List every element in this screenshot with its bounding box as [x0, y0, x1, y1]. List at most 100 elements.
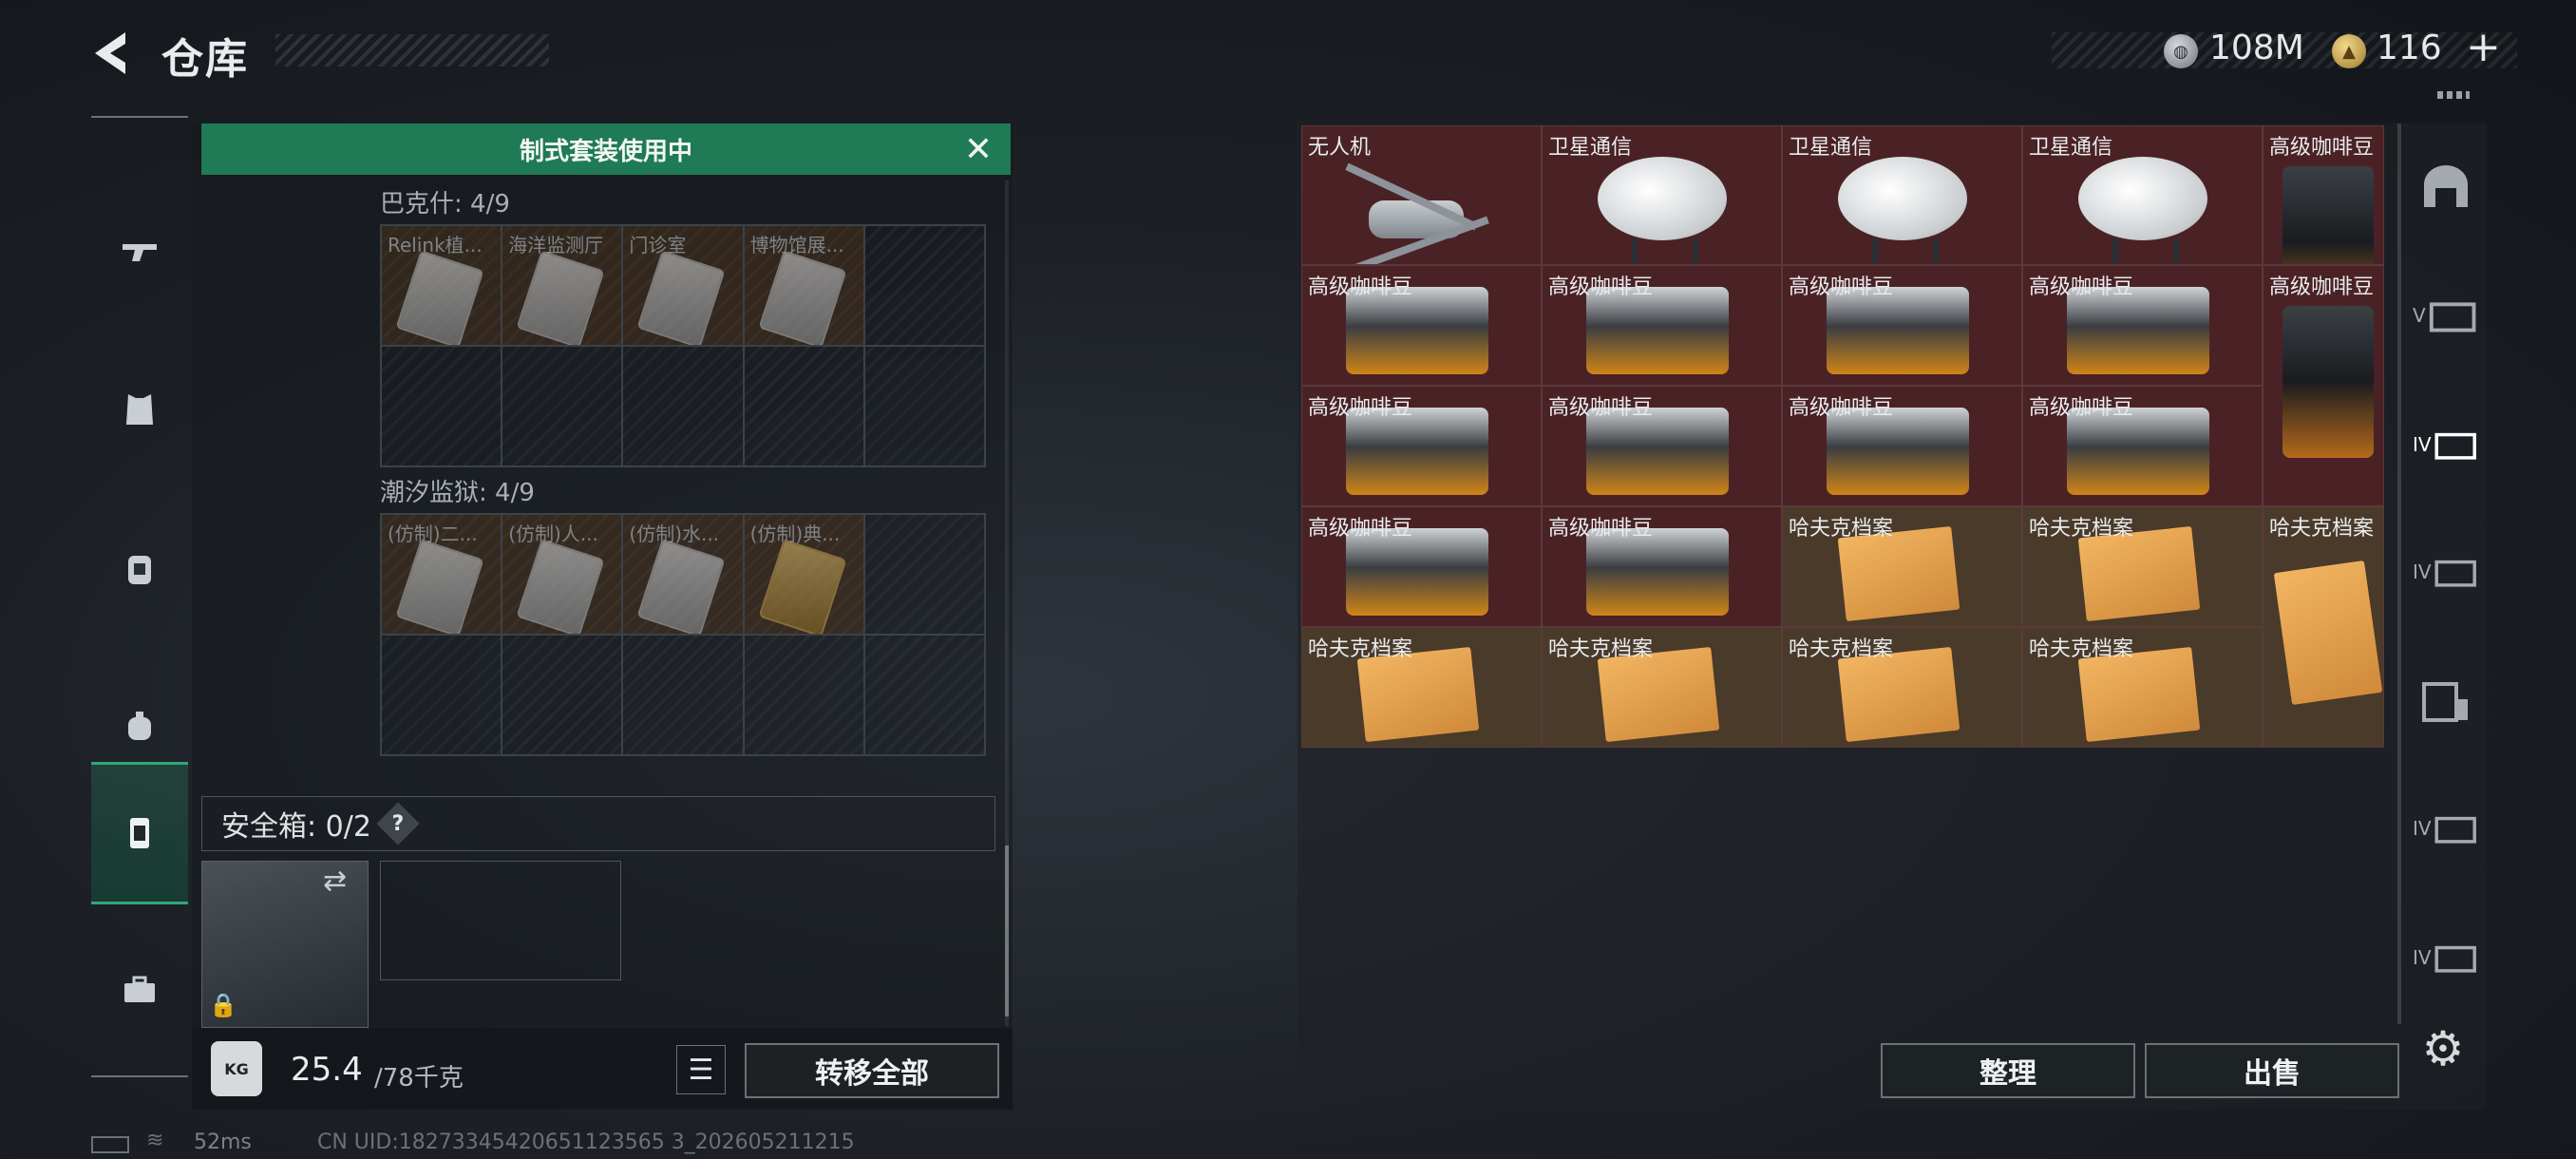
gear-icon[interactable]: ⚙	[2416, 1022, 2470, 1075]
set-slot[interactable]: (仿制)人...	[502, 514, 623, 635]
keycard-icon	[516, 539, 605, 634]
set-slot[interactable]	[381, 346, 502, 466]
stash-item[interactable]: 卫星通信	[2022, 125, 2263, 266]
help-icon[interactable]: ?	[376, 802, 420, 846]
add-token-button[interactable]: +	[2466, 23, 2501, 71]
stash-item[interactable]: 高级咖啡豆	[2263, 265, 2384, 507]
stash-tab-icon-active[interactable]: IV	[2413, 416, 2479, 473]
stash-item[interactable]: 高级咖啡豆	[1301, 506, 1542, 628]
tripod-icon	[2112, 238, 2179, 265]
scrollbar-thumb[interactable]	[1005, 846, 1009, 1016]
token-icon: ▲	[2332, 34, 2366, 68]
set-slot[interactable]	[863, 225, 985, 346]
backpack-category-icon[interactable]	[91, 498, 188, 640]
category-sidebar	[91, 116, 188, 1077]
stash-tab-main-icon[interactable]	[2413, 162, 2479, 218]
back-arrow-icon[interactable]	[87, 28, 133, 78]
item-name: 哈夫克档案	[1308, 637, 1413, 662]
slot-label: Relink植...	[388, 234, 483, 256]
stash-item[interactable]: 高级咖啡豆	[2022, 265, 2263, 387]
weight-current: 25.4	[291, 1051, 363, 1089]
item-name: 高级咖啡豆	[2269, 276, 2375, 300]
set-slot[interactable]	[622, 346, 744, 466]
stash-item[interactable]: 高级咖啡豆	[1542, 506, 1782, 628]
satellite-dish-icon	[2078, 157, 2207, 240]
swap-icon[interactable]: ⇄	[323, 864, 347, 898]
item-name: 卫星通信	[2029, 136, 2113, 160]
stash-tab-icon[interactable]: IV	[2413, 543, 2479, 600]
set-slot[interactable]	[863, 346, 985, 466]
set-slot[interactable]: 海洋监测厅	[502, 225, 623, 346]
set-slot[interactable]: (仿制)水...	[622, 514, 744, 635]
stash-item[interactable]: 高级咖啡豆	[1782, 386, 2022, 507]
stash-tab-icon[interactable]: IV	[2413, 929, 2479, 986]
set-slot[interactable]: (仿制)二...	[381, 514, 502, 635]
set-slot[interactable]: 门诊室	[622, 225, 744, 346]
sort-button[interactable]: 整理	[1881, 1043, 2135, 1098]
stash-item[interactable]: 高级咖啡豆	[2022, 386, 2263, 507]
transfer-all-button[interactable]: 转移全部	[745, 1043, 999, 1098]
safe-box-slot-empty[interactable]	[380, 861, 621, 980]
item-name: 卫星通信	[1789, 136, 1873, 160]
keycard-icon	[758, 539, 847, 634]
page-title: 仓库	[161, 35, 249, 84]
stash-tab-icon[interactable]: V	[2413, 287, 2479, 344]
item-name: 高级咖啡豆	[1548, 396, 1654, 421]
armor-category-icon[interactable]	[91, 338, 188, 481]
toolbox-category-icon[interactable]	[91, 918, 188, 1060]
keycard-icon	[395, 539, 484, 634]
set-slot[interactable]: 博物馆展...	[743, 225, 864, 346]
user-uid: CN UID:18273345420651123565 3_2026052112…	[317, 1130, 855, 1154]
set-slot[interactable]	[863, 514, 985, 635]
tripod-icon	[1872, 238, 1939, 265]
stash-item[interactable]: 哈夫克档案	[2022, 506, 2263, 628]
item-name: 高级咖啡豆	[2029, 396, 2134, 421]
slot-label: 博物馆展...	[749, 234, 844, 256]
token-value: 116	[2377, 28, 2442, 67]
stash-item[interactable]: 高级咖啡豆	[1301, 265, 1542, 387]
set-slot[interactable]	[743, 346, 864, 466]
stash-item[interactable]: 高级咖啡豆	[1542, 265, 1782, 387]
title-decoration	[275, 34, 549, 66]
wifi-icon: ≋	[146, 1129, 164, 1152]
stash-item[interactable]: 卫星通信	[1782, 125, 2022, 266]
lock-icon: 🔒	[209, 992, 237, 1018]
tripod-icon	[1632, 238, 1698, 265]
stash-item[interactable]: 哈夫克档案	[1542, 627, 1782, 749]
set-grid: Relink植... 海洋监测厅 门诊室 博物馆展...	[380, 224, 986, 467]
set-slot[interactable]: Relink植...	[381, 225, 502, 346]
set-slot[interactable]	[502, 635, 623, 755]
satellite-dish-icon	[1838, 157, 1967, 240]
set-slot[interactable]	[863, 635, 985, 755]
sell-button[interactable]: 出售	[2145, 1043, 2399, 1098]
set-slot[interactable]	[502, 346, 623, 466]
stash-item[interactable]: 高级咖啡豆	[2263, 125, 2384, 266]
stash-tab-icon[interactable]: IV	[2413, 800, 2479, 857]
stash-item[interactable]: 高级咖啡豆	[1782, 265, 2022, 387]
list-view-button[interactable]: ☰	[676, 1045, 726, 1094]
stash-item[interactable]: 无人机	[1301, 125, 1542, 266]
set-slot[interactable]	[381, 635, 502, 755]
stash-item[interactable]: 哈夫克档案	[2022, 627, 2263, 749]
coin-icon: ◍	[2164, 34, 2198, 68]
stash-item[interactable]: 高级咖啡豆	[1301, 386, 1542, 507]
safe-box-category-icon[interactable]	[91, 762, 188, 904]
stash-item[interactable]: 哈夫克档案	[1782, 627, 2022, 749]
stash-item[interactable]: 哈夫克档案	[1301, 627, 1542, 749]
item-name: 哈夫克档案	[2029, 517, 2134, 542]
set-slot[interactable]: (仿制)典...	[743, 514, 864, 635]
set-slot[interactable]	[743, 635, 864, 755]
stash-tab-folder-icon[interactable]	[2413, 673, 2479, 730]
keycard-icon	[758, 250, 847, 345]
keycard-icon	[636, 539, 726, 634]
set-slot[interactable]	[622, 635, 744, 755]
stash-item[interactable]: 卫星通信	[1542, 125, 1782, 266]
item-name: 哈夫克档案	[1789, 517, 1894, 542]
stash-item[interactable]: 哈夫克档案	[2263, 506, 2384, 749]
weapon-category-icon[interactable]	[91, 180, 188, 323]
stash-item[interactable]: 高级咖啡豆	[1542, 386, 1782, 507]
close-icon[interactable]: ✕	[959, 131, 997, 169]
item-name: 高级咖啡豆	[1789, 276, 1894, 300]
stash-item[interactable]: 哈夫克档案	[1782, 506, 2022, 628]
weight-icon: KG	[211, 1041, 262, 1096]
